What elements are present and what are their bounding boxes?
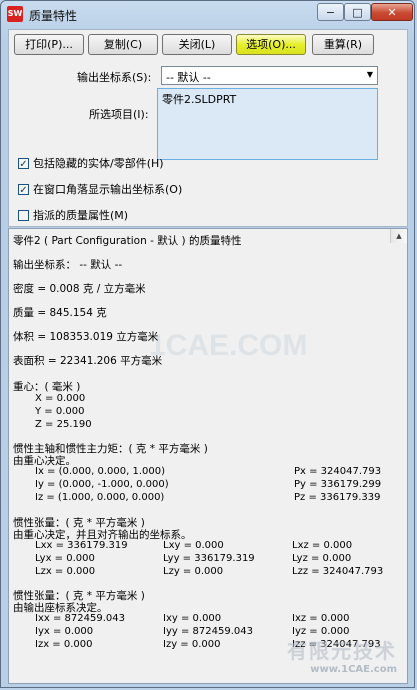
selected-items-list[interactable]: 零件2.SLDPRT [157,88,378,160]
checkbox-checked-icon[interactable]: ✓ [18,157,29,170]
scroll-up-icon[interactable]: ▲ [390,229,407,243]
include-hidden-checkbox[interactable]: ✓ 包括隐藏的实体/零部件(H) [18,155,164,171]
controls-panel: 打印(P)... 复制(C) 关闭(L) 选项(O)... 重算(R) 输出坐标… [8,29,408,227]
results-header: 零件2 ( Part Configuration - 默认 ) 的质量特性 [13,235,242,247]
output-cs-line: 输出坐标系： -- 默认 -- [13,259,123,271]
results-text-area[interactable]: ▲ 1CAE.COM 零件2 ( Part Configuration - 默认… [8,228,408,684]
close-icon: ✕ [387,5,397,19]
tensor-cell: Ixx = 872459.043 [35,613,125,624]
assigned-mass-checkbox[interactable]: 指派的质量属性(M) [18,207,128,223]
close-window-button[interactable]: ✕ [371,3,413,21]
chevron-down-icon: ▼ [366,70,373,79]
solidworks-app-icon: SW [7,6,23,22]
cog-x: X = 0.000 [35,393,86,404]
principal-moment-z: Pz = 336179.339 [294,492,381,503]
include-hidden-label: 包括隐藏的实体/零部件(H) [33,157,164,170]
mass-properties-window: SW 质量特性 − □ ✕ 打印(P)... 复制(C) 关闭(L) 选项(O)… [0,0,415,688]
maximize-button[interactable]: □ [344,3,371,21]
principal-axis-z: Iz = (1.000, 0.000, 0.000) [35,492,165,503]
close-button[interactable]: 关闭(L) [162,34,232,55]
tensor-cell: Lzz = 324047.793 [292,566,384,577]
principal-moment-y: Py = 336179.299 [294,479,382,490]
options-button[interactable]: 选项(O)... [236,34,306,55]
cog-z: Z = 25.190 [35,419,92,430]
tensor-cell: Lxz = 0.000 [292,540,353,551]
principal-axis-y: Iy = (0.000, -1.000, 0.000) [35,479,169,490]
print-button[interactable]: 打印(P)... [14,34,84,55]
maximize-icon: □ [352,5,363,19]
show-corner-cs-label: 在窗口角落显示输出坐标系(O) [33,183,183,196]
list-item[interactable]: 零件2.SLDPRT [162,91,236,107]
tensor-cell: Ixz = 0.000 [292,613,350,624]
volume-line: 体积 = 108353.019 立方毫米 [13,331,159,343]
minimize-icon: − [325,5,336,19]
tensor-cell: Izx = 0.000 [35,639,93,650]
tensor-cell: Lzy = 0.000 [163,566,224,577]
checkbox-checked-icon[interactable]: ✓ [18,183,29,196]
cog-title: 重心：( 毫米 ) [13,381,81,393]
watermark-corner: 有限元技术 www.1CAE.com [287,635,397,675]
area-line: 表面积 = 22341.206 平方毫米 [13,355,163,367]
selected-items-label: 所选项目(I): [89,108,149,121]
watermark-corner-title: 有限元技术 [287,639,397,663]
show-corner-cs-checkbox[interactable]: ✓ 在窗口角落显示输出坐标系(O) [18,181,182,197]
checkbox-unchecked-icon[interactable] [18,209,29,221]
tensor-cell: Izy = 0.000 [163,639,221,650]
recalculate-button[interactable]: 重算(R) [312,34,374,55]
watermark-corner-url: www.1CAE.com [310,664,397,675]
assigned-mass-label: 指派的质量属性(M) [33,209,129,222]
output-cs-label: 输出坐标系(S): [77,71,152,84]
tensor-cell: Lxx = 336179.319 [35,540,128,551]
tensor-cell: Lyy = 336179.319 [163,553,255,564]
cog-y: Y = 0.000 [35,406,85,417]
tensor-cell: Iyx = 0.000 [35,626,94,637]
tensor-cell: Lyz = 0.000 [292,553,352,564]
tensor-cell: Iyy = 872459.043 [163,626,253,637]
tensor-cell: Ixy = 0.000 [163,613,222,624]
watermark-center: 1CAE.COM [149,329,308,362]
principal-axis-x: Ix = (0.000, 0.000, 1.000) [35,466,166,477]
tensor-cell: Lyx = 0.000 [35,553,95,564]
title-bar[interactable]: SW 质量特性 − □ ✕ [1,1,414,29]
density-line: 密度 = 0.008 克 / 立方毫米 [13,283,146,295]
minimize-button[interactable]: − [317,3,344,21]
tensor-cell: Lzx = 0.000 [35,566,96,577]
window-title: 质量特性 [29,9,78,23]
copy-button[interactable]: 复制(C) [88,34,158,55]
output-cs-value: -- 默认 -- [166,71,211,84]
output-cs-dropdown[interactable]: -- 默认 -- ▼ [161,66,378,85]
principal-moment-x: Px = 324047.793 [294,466,382,477]
tensor-cell: Lxy = 0.000 [163,540,224,551]
mass-line: 质量 = 845.154 克 [13,307,107,319]
